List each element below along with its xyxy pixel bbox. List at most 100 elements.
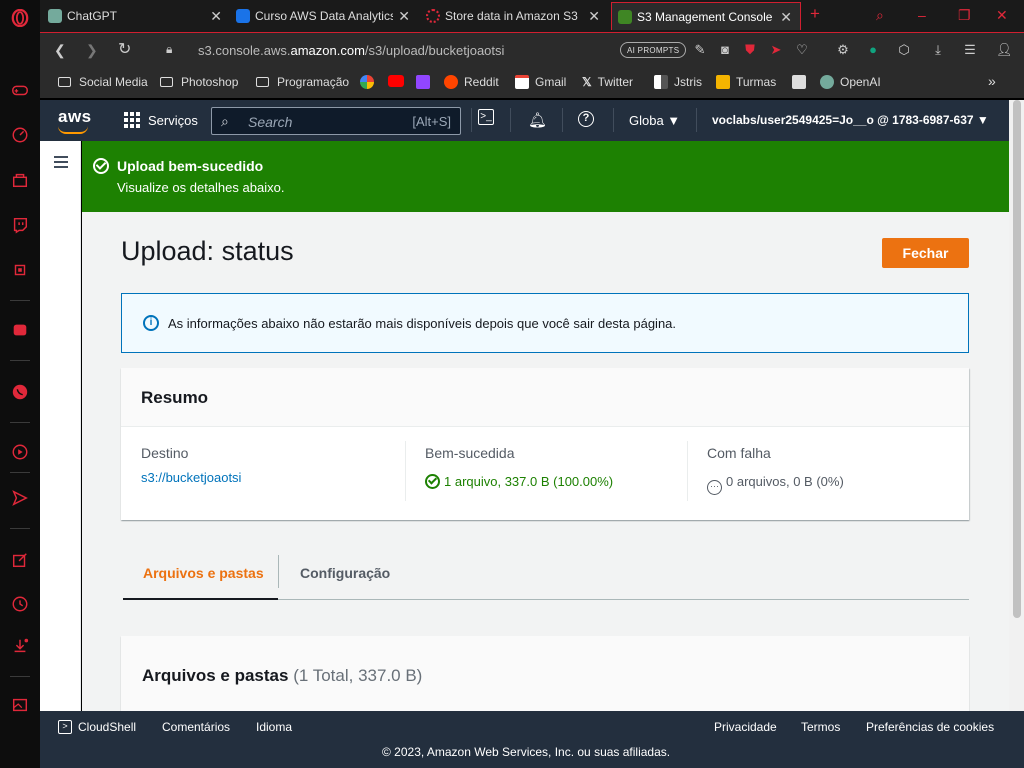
- edit-icon[interactable]: [10, 550, 30, 570]
- send-icon[interactable]: [10, 488, 30, 508]
- bookmarks-bar: Social Media Photoshop Programação Reddi…: [40, 68, 1024, 98]
- bookmark-social-media[interactable]: Social Media: [58, 75, 148, 89]
- gamepad-icon[interactable]: [10, 80, 30, 100]
- tab-title: S3 Management Console: [637, 9, 773, 24]
- opera-logo-icon[interactable]: [10, 8, 30, 28]
- forward-icon[interactable]: ❯: [86, 42, 98, 59]
- close-tab-icon[interactable]: ✕: [588, 9, 600, 23]
- bookmark-turmas[interactable]: Turmas: [716, 75, 776, 89]
- header-divider: [510, 108, 511, 132]
- header-divider: [613, 108, 614, 132]
- tab-chatgpt[interactable]: ChatGPT ✕: [42, 2, 230, 30]
- bookmark-generic[interactable]: [792, 75, 812, 89]
- snap-edit-icon[interactable]: ✎: [692, 42, 708, 58]
- tab-store-data[interactable]: Store data in Amazon S3 ✕: [420, 2, 608, 30]
- flow-icon[interactable]: ➤: [768, 42, 784, 58]
- bookmark-programacao[interactable]: Programação: [256, 75, 349, 89]
- close-tab-icon[interactable]: ✕: [780, 10, 792, 24]
- favorite-icon[interactable]: ♡: [794, 42, 810, 58]
- store-icon[interactable]: [10, 170, 30, 190]
- google-icon: [360, 75, 374, 89]
- close-button[interactable]: Fechar: [882, 238, 969, 268]
- camera-icon[interactable]: ◙: [717, 42, 733, 58]
- services-menu[interactable]: Serviços: [148, 113, 198, 128]
- maximize-icon[interactable]: ❐: [958, 7, 971, 24]
- downloads-icon[interactable]: ⤓: [930, 42, 946, 58]
- files-title-text: Arquivos e pastas: [142, 666, 289, 685]
- close-window-icon[interactable]: ✕: [996, 7, 1008, 24]
- flash-subtitle: Visualize os detalhes abaixo.: [117, 180, 285, 195]
- services-grid-icon[interactable]: [124, 112, 140, 128]
- tab-configuration[interactable]: Configuração: [300, 565, 390, 581]
- failed-value-text: 0 arquivos, 0 B (0%): [726, 474, 844, 489]
- close-tab-icon[interactable]: ✕: [398, 9, 410, 23]
- page-scrollbar[interactable]: [1009, 100, 1024, 711]
- box-icon[interactable]: ⬡: [896, 42, 912, 58]
- close-tab-icon[interactable]: ✕: [210, 9, 222, 23]
- search-placeholder: Search: [248, 114, 293, 130]
- hamburger-menu-icon[interactable]: [54, 156, 68, 171]
- bookmark-youtube[interactable]: [388, 75, 410, 87]
- bookmark-openai[interactable]: OpenAI: [820, 75, 881, 89]
- bookmark-google[interactable]: [360, 75, 380, 89]
- header-divider: [696, 108, 697, 132]
- easy-setup-icon[interactable]: ☰: [962, 42, 978, 58]
- download-icon[interactable]: [10, 636, 30, 656]
- history-icon[interactable]: [10, 594, 30, 614]
- back-icon[interactable]: ❮: [54, 42, 66, 59]
- bookmark-photoshop[interactable]: Photoshop: [160, 75, 238, 89]
- footer-cookie-preferences[interactable]: Preferências de cookies: [866, 720, 994, 734]
- tab-files-and-folders[interactable]: Arquivos e pastas: [143, 565, 264, 581]
- aria-icon[interactable]: ●: [865, 42, 881, 58]
- speedometer-icon[interactable]: [10, 125, 30, 145]
- sidebar-divider: [10, 676, 30, 677]
- reload-icon[interactable]: ↻: [118, 39, 131, 59]
- x-logo-icon: 𝕏: [582, 75, 592, 89]
- footer-language[interactable]: Idioma: [256, 720, 292, 734]
- region-selector[interactable]: Globa ▼: [629, 113, 680, 128]
- bookmark-jstris[interactable]: Jstris: [654, 75, 702, 89]
- search-input[interactable]: ⌕ Search [Alt+S]: [211, 107, 461, 135]
- scrollbar-thumb[interactable]: [1013, 100, 1021, 618]
- new-tab-icon[interactable]: +: [810, 4, 820, 24]
- destination-link[interactable]: s3://bucketjoaotsi: [141, 470, 241, 485]
- bookmark-label: Reddit: [464, 75, 499, 89]
- sidebar-divider: [10, 360, 30, 361]
- bookmark-twitch[interactable]: [416, 75, 436, 89]
- bookmark-reddit[interactable]: Reddit: [444, 75, 499, 89]
- minimize-icon[interactable]: –: [918, 7, 926, 23]
- bookmark-twitter[interactable]: 𝕏 Twitter: [582, 75, 633, 89]
- footer-comments[interactable]: Comentários: [162, 720, 230, 734]
- bookmarks-overflow-icon[interactable]: »: [988, 73, 996, 89]
- bookmark-gmail[interactable]: Gmail: [515, 75, 566, 89]
- extension-icon[interactable]: ⚙: [835, 42, 851, 58]
- footer-privacy[interactable]: Privacidade: [714, 720, 777, 734]
- cloudshell-icon[interactable]: >_: [478, 109, 494, 125]
- files-card-title: Arquivos e pastas (1 Total, 337.0 B): [142, 666, 422, 686]
- twitch-icon[interactable]: [10, 215, 30, 235]
- s3-favicon-icon: [618, 9, 632, 24]
- chip-icon[interactable]: [10, 260, 30, 280]
- browser-tab-bar: ChatGPT ✕ Curso AWS Data Analytics ✕ Sto…: [40, 0, 1024, 32]
- whatsapp-icon[interactable]: [10, 382, 30, 402]
- notifications-bell-icon[interactable]: 🔔︎: [528, 111, 547, 129]
- account-menu[interactable]: voclabs/user2549425=Jo__o @ 1783-6987-63…: [712, 113, 989, 127]
- tab-s3-console[interactable]: S3 Management Console ✕: [611, 2, 801, 30]
- adblock-icon[interactable]: ⛊: [742, 42, 758, 58]
- snapshot-icon[interactable]: [10, 695, 30, 715]
- aws-logo[interactable]: aws: [58, 107, 92, 127]
- footer-terms[interactable]: Termos: [801, 720, 840, 734]
- tab-search-icon[interactable]: ⌕: [876, 7, 884, 24]
- aws-footer: > CloudShell Comentários Idioma Privacid…: [40, 711, 1024, 768]
- tab-curso-aws[interactable]: Curso AWS Data Analytics ✕: [230, 2, 418, 30]
- destination-column: Destino s3://bucketjoaotsi: [121, 427, 404, 520]
- footer-cloudshell[interactable]: CloudShell: [78, 720, 136, 734]
- jstris-icon: [654, 75, 668, 89]
- gx-icon[interactable]: [10, 320, 30, 340]
- files-card: Arquivos e pastas (1 Total, 337.0 B): [121, 636, 969, 711]
- help-icon[interactable]: ?: [578, 111, 594, 127]
- url-field[interactable]: s3.console.aws.amazon.com/s3/upload/buck…: [198, 43, 504, 58]
- player-icon[interactable]: [10, 442, 30, 462]
- profile-icon[interactable]: 👤︎: [996, 42, 1013, 58]
- ai-prompts-button[interactable]: AI PROMPTS: [620, 42, 687, 58]
